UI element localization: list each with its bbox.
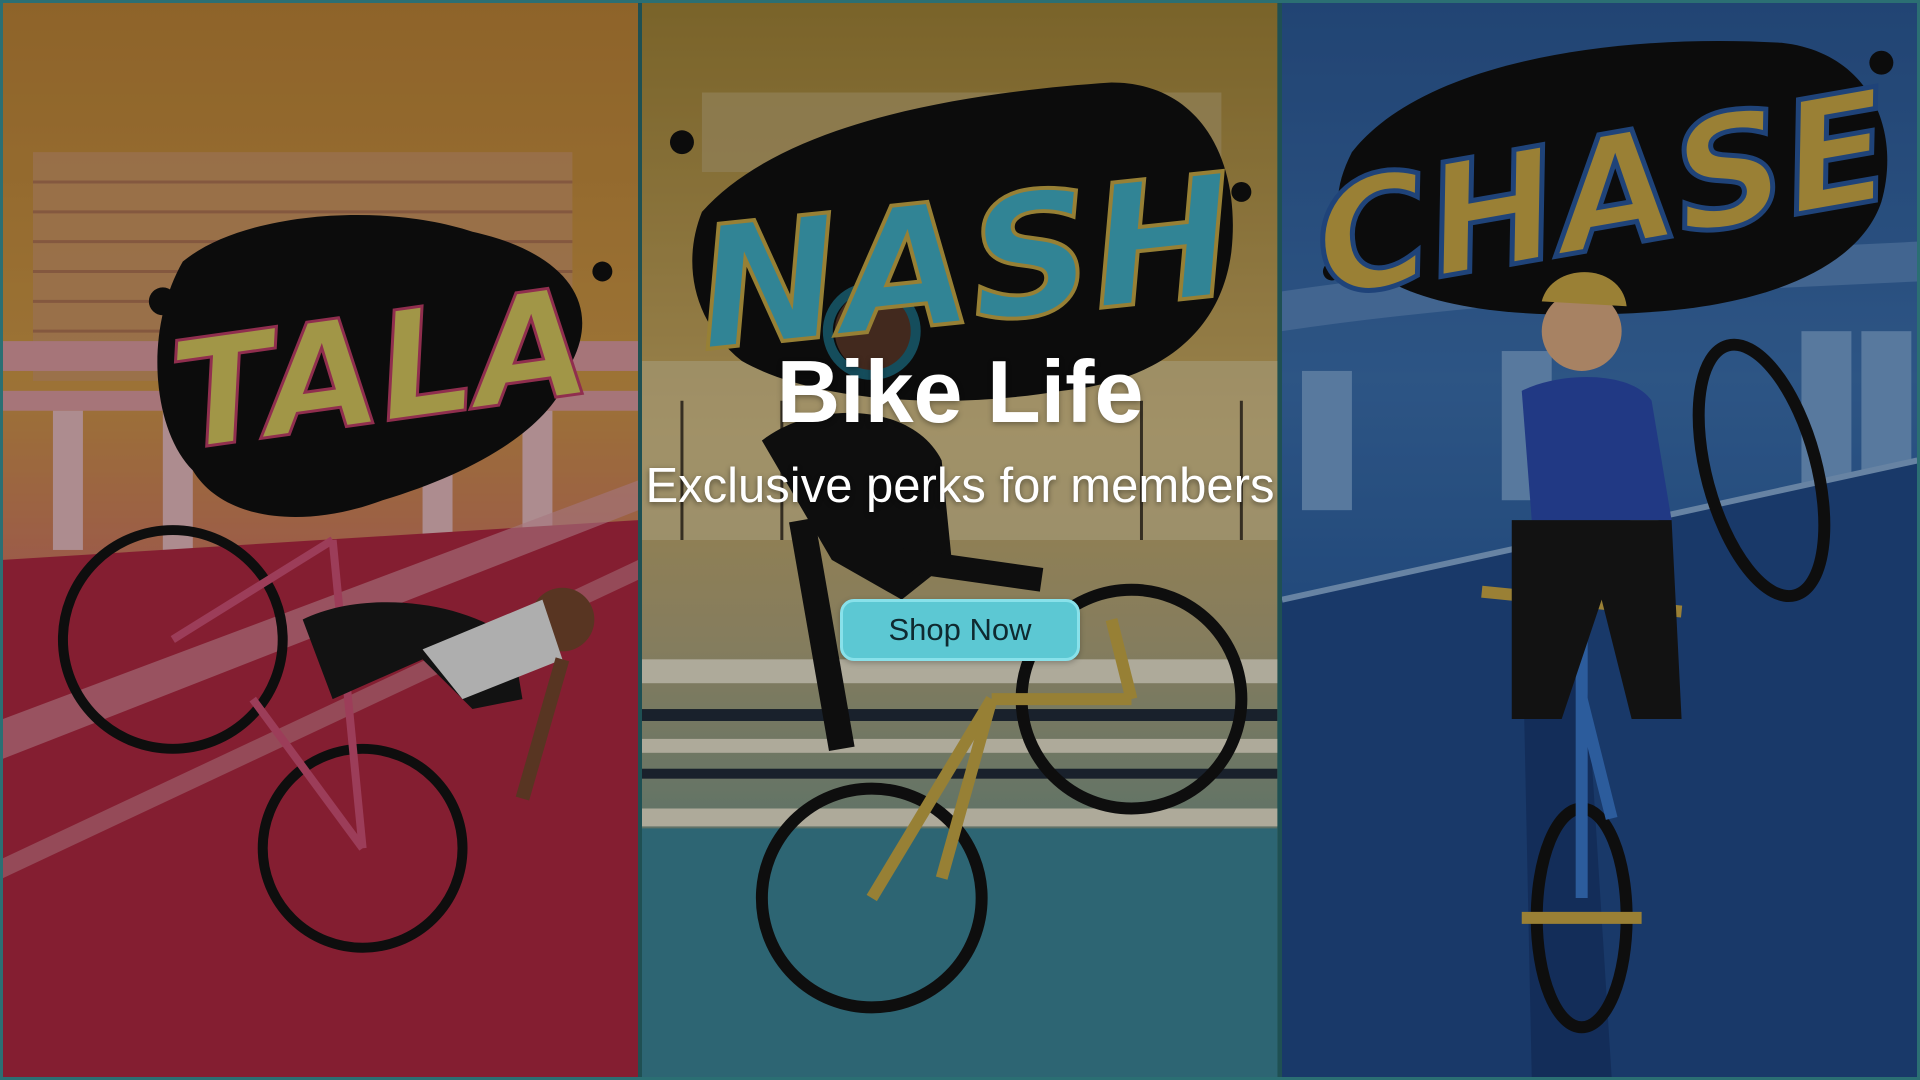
hero-subtitle: Exclusive perks for members <box>645 459 1275 513</box>
shop-now-button[interactable]: Shop Now <box>840 599 1080 661</box>
hero-content: Bike Life Exclusive perks for members Sh… <box>3 348 1917 661</box>
hero-title: Bike Life <box>776 342 1144 441</box>
hero-banner: TALA NASH CHASE Bike Life Exclusive perk… <box>0 0 1920 1080</box>
